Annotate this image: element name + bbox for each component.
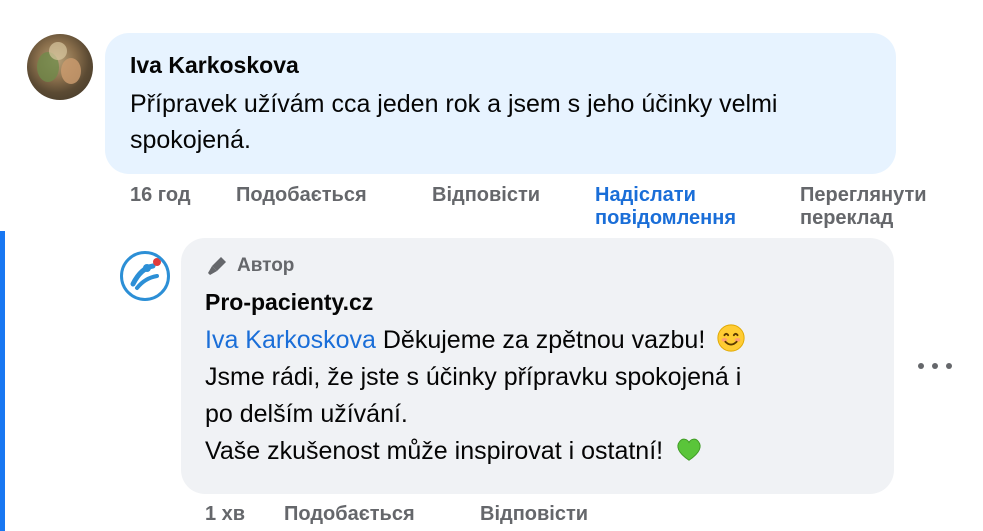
reply-text-line1: Děkujeme za zpětnou vazbu! <box>375 326 706 354</box>
comment-text: Přípravek užívám cca jeden rok a jsem s … <box>130 90 778 154</box>
comment-time[interactable]: 16 год <box>130 184 191 207</box>
reply-text: Iva Karkoskova Děkujeme za zpětnou vazbu… <box>205 322 885 470</box>
send-message-button[interactable]: Надіслати повідомлення <box>595 184 736 230</box>
author-badge: Автор <box>205 254 294 278</box>
see-translation-button[interactable]: Переглянути переклад <box>800 184 927 230</box>
dot-icon <box>946 363 952 369</box>
send-message-label-line2: повідомлення <box>595 207 736 229</box>
reply-button[interactable]: Відповісти <box>432 184 540 207</box>
microphone-icon <box>208 257 226 275</box>
dot-icon <box>932 363 938 369</box>
see-translation-label-line2: переклад <box>800 207 894 229</box>
page-avatar[interactable] <box>120 251 170 301</box>
reply-reply-button[interactable]: Відповісти <box>480 503 588 526</box>
dot-icon <box>918 363 924 369</box>
send-message-label-line1: Надіслати <box>595 184 696 206</box>
smiling-face-emoji-icon <box>717 324 745 352</box>
author-badge-label: Автор <box>237 255 295 276</box>
comment-author[interactable]: Iva Karkoskova <box>130 52 299 79</box>
like-button[interactable]: Подобається <box>236 184 367 207</box>
see-translation-label-line1: Переглянути <box>800 184 927 206</box>
reply-text-line4: Vaše zkušenost může inspirovat i ostatní… <box>205 437 664 465</box>
avatar[interactable] <box>27 34 93 100</box>
reply-text-line2: Jsme rádi, že jste s účinky přípravku sp… <box>205 363 742 391</box>
reply-author[interactable]: Pro-pacienty.cz <box>205 289 373 316</box>
more-options-button[interactable] <box>918 356 952 376</box>
thread-line <box>0 231 5 531</box>
green-heart-emoji-icon <box>677 438 701 461</box>
reply-like-button[interactable]: Подобається <box>284 503 415 526</box>
reply-time[interactable]: 1 хв <box>205 503 245 526</box>
pro-pacienty-logo-icon <box>125 256 165 296</box>
comment-thread: Iva Karkoskova Přípravek užívám cca jede… <box>0 0 983 531</box>
mention-link[interactable]: Iva Karkoskova <box>205 326 376 354</box>
reply-text-line3: po delším užívání. <box>205 400 408 428</box>
